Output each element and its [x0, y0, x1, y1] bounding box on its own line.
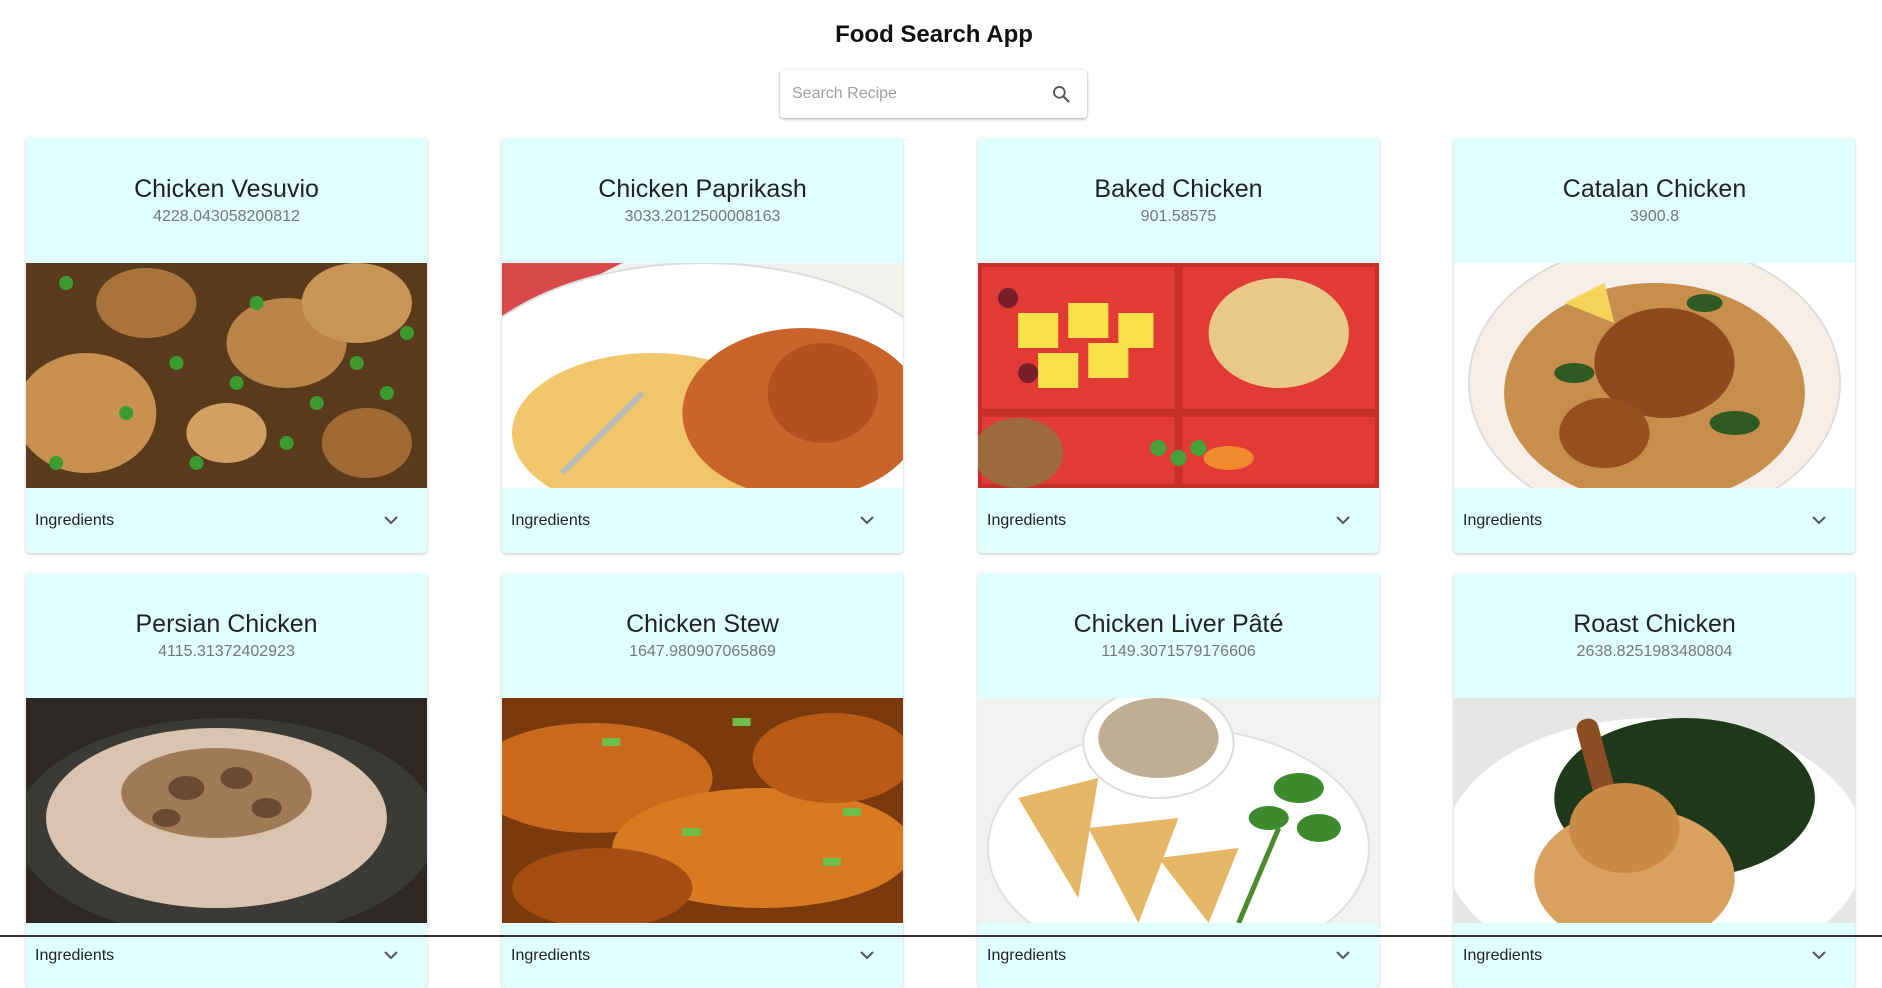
ingredients-toggle[interactable]: Ingredients — [1454, 923, 1855, 988]
ingredients-toggle[interactable]: Ingredients — [26, 488, 427, 553]
chevron-down-icon[interactable] — [379, 509, 403, 533]
ingredients-toggle[interactable]: Ingredients — [978, 923, 1379, 988]
chevron-down-icon[interactable] — [1331, 944, 1355, 968]
recipe-calories: 1647.980907065869 — [629, 643, 776, 660]
recipe-image — [1454, 698, 1855, 923]
recipe-card: Chicken Vesuvio 4228.043058200812 Ingred… — [26, 138, 427, 553]
recipe-image — [978, 698, 1379, 923]
recipe-card: Baked Chicken 901.58575 Ingredients — [978, 138, 1379, 553]
chevron-down-icon[interactable] — [379, 944, 403, 968]
ingredients-toggle[interactable]: Ingredients — [26, 923, 427, 988]
search-input[interactable] — [792, 85, 1047, 103]
recipe-image — [1454, 263, 1855, 488]
card-header: Catalan Chicken 3900.8 — [1454, 138, 1855, 263]
recipe-image — [502, 698, 903, 923]
card-header: Chicken Stew 1647.980907065869 — [502, 573, 903, 698]
page-title: Food Search App — [835, 21, 1033, 48]
recipe-calories: 3033.2012500008163 — [624, 208, 781, 225]
card-header: Persian Chicken 4115.31372402923 — [26, 573, 427, 698]
ingredients-label: Ingredients — [987, 511, 1067, 529]
ingredients-toggle[interactable]: Ingredients — [502, 488, 903, 553]
recipe-card: Chicken Paprikash 3033.2012500008163 Ing… — [502, 138, 903, 553]
recipe-title: Chicken Vesuvio — [134, 175, 319, 203]
recipe-image — [26, 263, 427, 488]
recipe-image — [26, 698, 427, 923]
search-icon[interactable] — [1047, 80, 1075, 108]
chevron-down-icon[interactable] — [1807, 944, 1831, 968]
chevron-down-icon[interactable] — [855, 509, 879, 533]
recipe-title: Persian Chicken — [135, 610, 318, 638]
ingredients-label: Ingredients — [987, 946, 1067, 964]
recipe-title: Baked Chicken — [1094, 175, 1263, 203]
search-bar — [780, 70, 1087, 118]
recipe-calories: 1149.3071579176606 — [1101, 643, 1256, 660]
recipe-image — [978, 263, 1379, 488]
ingredients-label: Ingredients — [511, 946, 591, 964]
recipe-calories: 2638.8251983480804 — [1576, 643, 1733, 660]
recipe-title: Catalan Chicken — [1562, 175, 1747, 203]
ingredients-label: Ingredients — [35, 946, 115, 964]
ingredients-toggle[interactable]: Ingredients — [1454, 488, 1855, 553]
recipe-card: Chicken Liver Pâté 1149.3071579176606 In… — [978, 573, 1379, 988]
recipe-title: Chicken Liver Pâté — [1073, 610, 1284, 638]
ingredients-toggle[interactable]: Ingredients — [978, 488, 1379, 553]
recipe-card: Roast Chicken 2638.8251983480804 Ingredi… — [1454, 573, 1855, 988]
card-header: Baked Chicken 901.58575 — [978, 138, 1379, 263]
recipe-calories: 4115.31372402923 — [158, 643, 295, 660]
recipe-title: Chicken Stew — [626, 610, 779, 638]
recipe-image — [502, 263, 903, 488]
ingredients-label: Ingredients — [1463, 946, 1543, 964]
recipe-calories: 4228.043058200812 — [153, 208, 300, 225]
card-header: Chicken Vesuvio 4228.043058200812 — [26, 138, 427, 263]
card-header: Roast Chicken 2638.8251983480804 — [1454, 573, 1855, 698]
card-header: Chicken Liver Pâté 1149.3071579176606 — [978, 573, 1379, 698]
chevron-down-icon[interactable] — [1331, 509, 1355, 533]
chevron-down-icon[interactable] — [1807, 509, 1831, 533]
recipe-grid: Chicken Vesuvio 4228.043058200812 Ingred… — [26, 138, 1856, 988]
recipe-card: Catalan Chicken 3900.8 Ingredients — [1454, 138, 1855, 553]
recipe-calories: 3900.8 — [1630, 208, 1679, 225]
ingredients-label: Ingredients — [35, 511, 115, 529]
recipe-title: Chicken Paprikash — [598, 175, 807, 203]
recipe-calories: 901.58575 — [1140, 208, 1217, 225]
ingredients-label: Ingredients — [511, 511, 591, 529]
chevron-down-icon[interactable] — [855, 944, 879, 968]
recipe-title: Roast Chicken — [1573, 610, 1736, 638]
ingredients-toggle[interactable]: Ingredients — [502, 923, 903, 988]
ingredients-label: Ingredients — [1463, 511, 1543, 529]
recipe-card: Chicken Stew 1647.980907065869 Ingredien… — [502, 573, 903, 988]
card-header: Chicken Paprikash 3033.2012500008163 — [502, 138, 903, 263]
recipe-card: Persian Chicken 4115.31372402923 Ingredi… — [26, 573, 427, 988]
